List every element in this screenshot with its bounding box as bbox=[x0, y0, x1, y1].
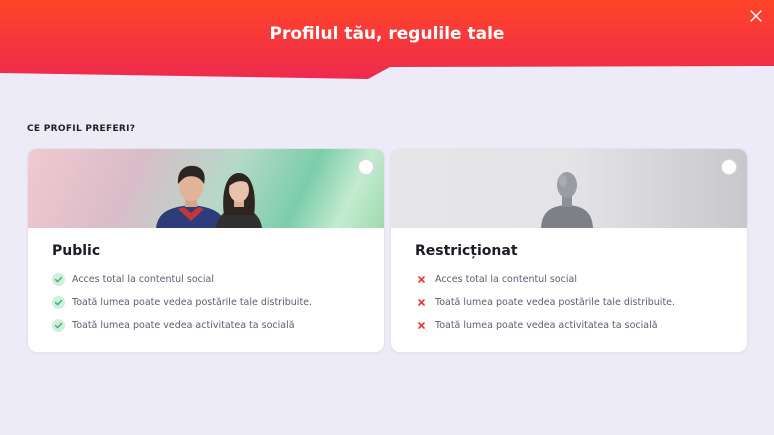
section-label: CE PROFIL PREFERI? bbox=[27, 124, 136, 134]
feature-item: Acces total la contentul social bbox=[415, 268, 675, 291]
profile-option-public[interactable]: Public Acces total la contentul social T… bbox=[27, 148, 385, 353]
close-button[interactable] bbox=[746, 6, 766, 26]
feature-text: Toată lumea poate vedea postările tale d… bbox=[72, 297, 313, 308]
public-feature-list: Acces total la contentul social Toată lu… bbox=[52, 268, 312, 337]
feature-item: Toată lumea poate vedea activitatea ta s… bbox=[52, 314, 312, 337]
feature-item: Toată lumea poate vedea postările tale d… bbox=[52, 291, 312, 314]
check-icon bbox=[52, 296, 65, 309]
profile-option-restricted[interactable]: Restricționat Acces total la contentul s… bbox=[390, 148, 748, 353]
restricted-title: Restricționat bbox=[415, 243, 518, 259]
feature-text: Acces total la contentul social bbox=[435, 274, 577, 285]
public-title: Public bbox=[52, 243, 101, 259]
header-banner: Profilul tău, regulile tale bbox=[0, 0, 774, 80]
public-banner-image bbox=[28, 149, 384, 228]
restricted-radio[interactable] bbox=[721, 159, 737, 175]
check-icon bbox=[52, 273, 65, 286]
feature-text: Acces total la contentul social bbox=[72, 274, 214, 285]
feature-text: Toată lumea poate vedea activitatea ta s… bbox=[72, 320, 295, 331]
public-radio[interactable] bbox=[358, 159, 374, 175]
feature-item: Acces total la contentul social bbox=[52, 268, 312, 291]
couple-illustration bbox=[156, 165, 262, 228]
page-title: Profilul tău, regulile tale bbox=[269, 24, 505, 44]
mannequin-illustration bbox=[541, 172, 593, 228]
cross-icon bbox=[415, 296, 428, 309]
cross-icon bbox=[415, 273, 428, 286]
check-icon bbox=[52, 319, 65, 332]
close-icon bbox=[750, 10, 762, 22]
feature-item: Toată lumea poate vedea postările tale d… bbox=[415, 291, 675, 314]
cross-icon bbox=[415, 319, 428, 332]
restricted-feature-list: Acces total la contentul social Toată lu… bbox=[415, 268, 675, 337]
restricted-banner-image bbox=[391, 149, 747, 228]
feature-item: Toată lumea poate vedea activitatea ta s… bbox=[415, 314, 675, 337]
feature-text: Toată lumea poate vedea activitatea ta s… bbox=[435, 320, 658, 331]
feature-text: Toată lumea poate vedea postările tale d… bbox=[435, 297, 676, 308]
